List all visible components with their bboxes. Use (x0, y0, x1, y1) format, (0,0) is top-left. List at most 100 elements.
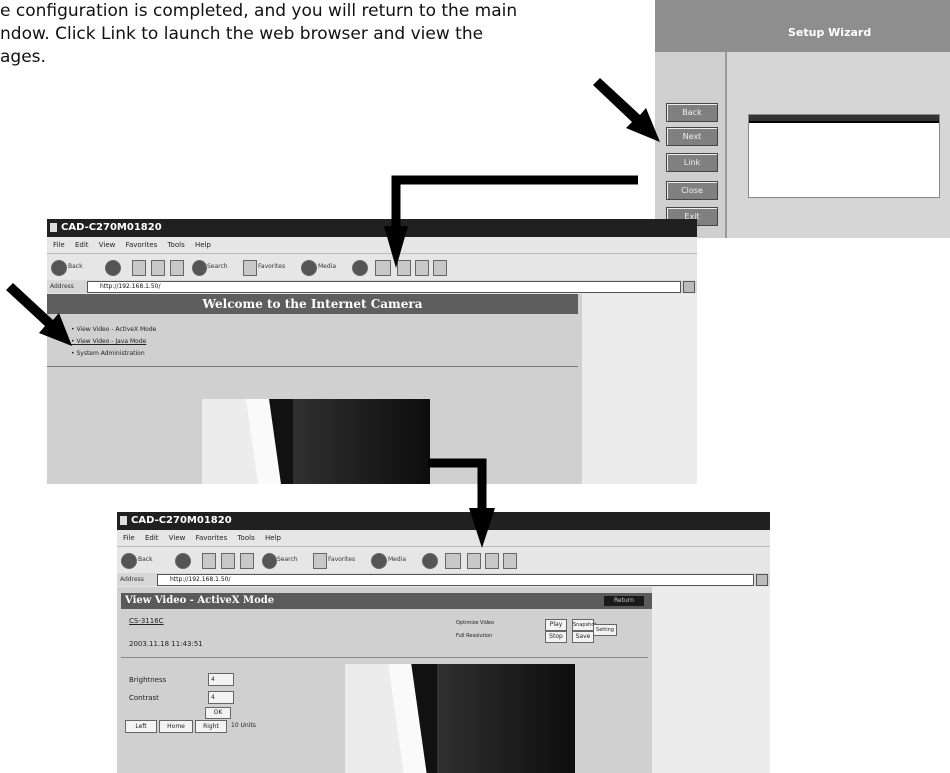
pointer-arrow-wizard-link (593, 78, 660, 142)
wizard-link-button[interactable]: Link (666, 153, 718, 172)
menu-file[interactable]: File (53, 241, 65, 249)
return-button[interactable]: Return (604, 596, 644, 606)
pan-right-button[interactable]: Right (195, 720, 227, 733)
back-label[interactable]: Back (68, 263, 83, 270)
menu-tools[interactable]: Tools (237, 534, 254, 542)
wizard-back-button[interactable]: Back (666, 103, 718, 122)
menu-tools[interactable]: Tools (167, 241, 184, 249)
snapshot-button[interactable]: Snapshot (572, 619, 596, 631)
menu-view[interactable]: View (169, 534, 186, 542)
save-button[interactable]: Save (572, 631, 594, 643)
forward-icon[interactable] (175, 553, 191, 569)
browser-title: CAD-C270M01820 (61, 222, 162, 233)
menu-view[interactable]: View (99, 241, 116, 249)
back-label[interactable]: Back (138, 556, 153, 563)
wizard-next-button[interactable]: Next (666, 127, 718, 146)
address-bar: Address http://192.168.1.50/ (117, 573, 770, 586)
address-input[interactable]: http://192.168.1.50/ (87, 281, 681, 293)
web-page: Welcome to the Internet Camera View Vide… (47, 294, 582, 484)
favorites-icon[interactable] (313, 553, 327, 569)
stop-icon[interactable] (132, 260, 146, 276)
mail-icon[interactable] (375, 260, 391, 276)
messenger-icon[interactable] (433, 260, 447, 276)
setting-button[interactable]: Setting (593, 624, 617, 636)
stop-icon[interactable] (202, 553, 216, 569)
ok-button[interactable]: OK (205, 707, 231, 719)
menu-favorites[interactable]: Favorites (196, 534, 228, 542)
edit-icon[interactable] (415, 260, 429, 276)
pan-left-button[interactable]: Left (125, 720, 157, 733)
refresh-icon[interactable] (151, 260, 165, 276)
print-icon[interactable] (397, 260, 411, 276)
menu-help[interactable]: Help (195, 241, 211, 249)
menu-help[interactable]: Help (265, 534, 281, 542)
toolbar: Back Search Favorites Media (47, 253, 697, 281)
menu-edit[interactable]: Edit (75, 241, 89, 249)
back-icon[interactable] (121, 553, 137, 569)
media-icon[interactable] (371, 553, 387, 569)
page-blank-area (582, 294, 697, 484)
mail-icon[interactable] (445, 553, 461, 569)
search-label[interactable]: Search (207, 263, 228, 270)
refresh-icon[interactable] (221, 553, 235, 569)
brightness-label: Brightness (129, 676, 167, 684)
option-optimize-video[interactable]: Optimize Video (456, 620, 494, 626)
page-heading: View Video - ActiveX Mode Return (121, 593, 652, 609)
link-system-administration[interactable]: System Administration (71, 348, 156, 360)
search-icon[interactable] (262, 553, 277, 569)
wizard-close-button[interactable]: Close (666, 181, 718, 200)
print-icon[interactable] (467, 553, 481, 569)
messenger-icon[interactable] (503, 553, 517, 569)
menu-edit[interactable]: Edit (145, 534, 159, 542)
back-icon[interactable] (51, 260, 67, 276)
contrast-select[interactable]: 4 (208, 691, 234, 704)
favorites-icon[interactable] (243, 260, 257, 276)
pan-home-button[interactable]: Home (159, 720, 193, 733)
address-input[interactable]: http://192.168.1.50/ (157, 574, 754, 586)
browser-window-welcome: CAD-C270M01820 File Edit View Favorites … (47, 219, 697, 484)
page-blank-area (652, 587, 770, 773)
search-label[interactable]: Search (277, 556, 298, 563)
divider (47, 366, 578, 367)
media-icon[interactable] (301, 260, 317, 276)
camera-preview-image (202, 399, 430, 484)
page-heading-text: View Video - ActiveX Mode (125, 595, 275, 606)
link-activex-mode[interactable]: View Video - ActiveX Mode (71, 324, 156, 336)
history-icon[interactable] (352, 260, 368, 276)
pan-step-value: 10 Units (231, 722, 256, 729)
link-list: View Video - ActiveX Mode View Video - J… (71, 324, 156, 360)
camera-list-selected-row[interactable] (749, 115, 939, 123)
play-button[interactable]: Play (545, 619, 567, 631)
browser-app-icon (120, 516, 127, 525)
address-bar: Address http://192.168.1.50/ (47, 280, 697, 293)
brightness-select[interactable]: 4 (208, 673, 234, 686)
web-page: View Video - ActiveX Mode Return CS-3116… (117, 587, 652, 773)
contrast-label: Contrast (129, 694, 159, 702)
stop-button[interactable]: Stop (545, 631, 567, 643)
wizard-header: Setup Wizard (655, 0, 950, 52)
address-dropdown-icon[interactable] (683, 281, 695, 293)
address-dropdown-icon[interactable] (756, 574, 768, 586)
browser-window-live-video: CAD-C270M01820 File Edit View Favorites … (117, 512, 770, 773)
link-java-mode[interactable]: View Video - Java Mode (71, 336, 156, 348)
menu-bar: File Edit View Favorites Tools Help (117, 531, 770, 545)
option-full-resolution[interactable]: Full Resolution (456, 633, 492, 639)
menu-file[interactable]: File (123, 534, 135, 542)
favorites-label[interactable]: Favorites (328, 556, 355, 563)
camera-list[interactable] (748, 114, 940, 198)
browser-title-bar: CAD-C270M01820 (47, 219, 697, 237)
favorites-label[interactable]: Favorites (258, 263, 285, 270)
home-icon[interactable] (240, 553, 254, 569)
date-time: 2003.11.18 11:43:51 (129, 640, 203, 648)
wizard-title: Setup Wizard (788, 26, 872, 39)
search-icon[interactable] (192, 260, 207, 276)
media-label[interactable]: Media (318, 263, 336, 270)
intro-line-2: ndow. Click Link to launch the web brows… (0, 24, 484, 44)
history-icon[interactable] (422, 553, 438, 569)
media-label[interactable]: Media (388, 556, 406, 563)
forward-icon[interactable] (105, 260, 121, 276)
menu-favorites[interactable]: Favorites (126, 241, 158, 249)
home-icon[interactable] (170, 260, 184, 276)
edit-icon[interactable] (485, 553, 499, 569)
wizard-divider (725, 52, 727, 238)
